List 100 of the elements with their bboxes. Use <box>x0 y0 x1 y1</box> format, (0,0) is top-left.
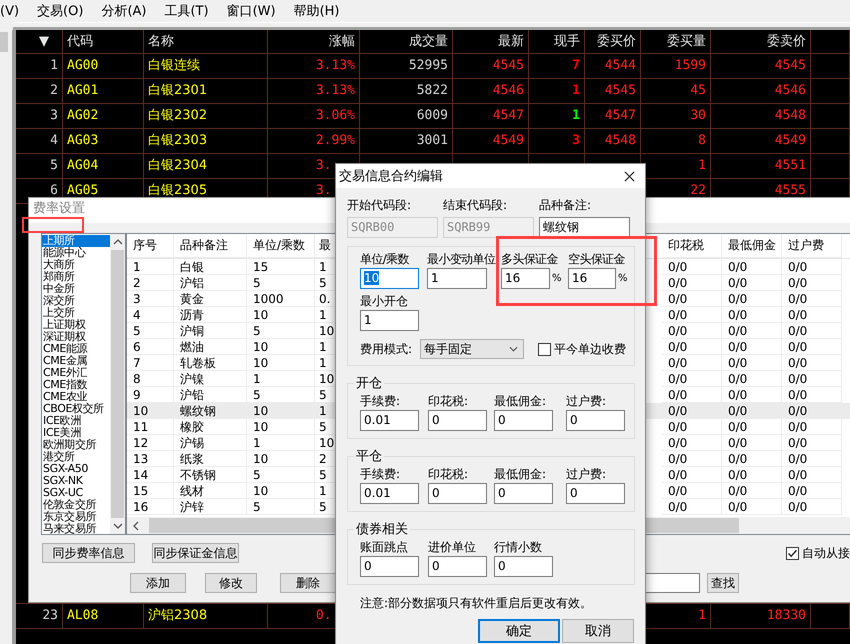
scroll-up-icon[interactable] <box>112 238 123 246</box>
dialog-button[interactable]: 确定 <box>478 619 560 643</box>
table-cell: 白银 <box>174 259 247 275</box>
input-field[interactable]: 0 <box>494 556 553 577</box>
table-cell: 不锈钢 <box>174 467 247 483</box>
input-field[interactable]: 0.01 <box>360 410 419 431</box>
menu-item[interactable]: 分析(A) <box>99 2 148 20</box>
column-header[interactable]: 委买量 <box>641 30 711 53</box>
list-item[interactable]: 深证期权 <box>42 331 110 343</box>
list-item[interactable]: CME指数 <box>42 379 110 391</box>
input-field[interactable]: 1 <box>360 310 419 331</box>
list-item[interactable]: ICE美洲 <box>42 427 110 439</box>
list-item[interactable]: 上证期权 <box>42 319 110 331</box>
table-cell: 沪铜 <box>174 323 247 339</box>
input-field[interactable]: 0.01 <box>360 483 419 504</box>
menu-item[interactable]: 交易(O) <box>35 2 86 20</box>
column-header[interactable]: 委买价 <box>585 30 641 53</box>
list-item[interactable]: SGX-A50 <box>42 463 110 475</box>
dropdown[interactable]: 每手固定 <box>420 339 524 359</box>
table-cell: 3 <box>16 104 63 128</box>
table-cell: 0/0 <box>782 435 842 451</box>
list-item[interactable]: 上期所 <box>42 235 110 247</box>
list-item[interactable]: CBOE权交所 <box>42 403 110 415</box>
list-item[interactable]: SGX-NK <box>42 475 110 487</box>
table-cell: 5 <box>247 275 315 291</box>
table-cell: 4545 <box>585 79 641 103</box>
list-item[interactable]: 深交所 <box>42 295 110 307</box>
list-item[interactable]: 东京交易所 <box>42 511 110 523</box>
list-item[interactable]: CME农业 <box>42 391 110 403</box>
menu-item[interactable]: 工具(T) <box>162 2 211 20</box>
input-field[interactable]: 10 <box>360 268 419 289</box>
input-field[interactable]: 螺纹钢 <box>539 217 630 238</box>
table-cell: 4546 <box>711 79 811 103</box>
list-item[interactable]: 大商所 <box>42 259 110 271</box>
list-item[interactable]: 能源中心 <box>42 247 110 259</box>
note-text: 注意:部分数据项只有软件重启后更改有效。 <box>359 595 594 612</box>
table-cell: 0/0 <box>722 451 782 467</box>
column-header[interactable]: 过户费 <box>782 234 842 258</box>
input-field[interactable]: 0 <box>428 483 487 504</box>
list-item[interactable]: 中金所 <box>42 283 110 295</box>
table-cell: 10 <box>247 419 315 435</box>
column-header[interactable]: 印花税 <box>662 234 722 258</box>
input-field[interactable]: 0 <box>494 410 553 431</box>
input-field[interactable]: 1 <box>427 268 487 289</box>
menu-item[interactable]: 窗口(W) <box>224 2 278 20</box>
action-button[interactable]: 添加 <box>130 573 186 593</box>
input-field[interactable]: 0 <box>566 483 625 504</box>
table-cell: 1 <box>127 259 174 275</box>
column-header[interactable]: 成交量 <box>360 30 453 53</box>
list-item[interactable]: SGX-UC <box>42 487 110 499</box>
dialog-button[interactable]: 取消 <box>562 619 634 643</box>
checkbox[interactable] <box>538 342 551 356</box>
scroll-left-icon[interactable] <box>132 520 140 530</box>
list-item[interactable]: 郑商所 <box>42 271 110 283</box>
menu-item[interactable]: (V) <box>0 4 22 18</box>
column-header[interactable]: ▼ <box>16 30 63 53</box>
field-label: 印花税: <box>428 466 470 483</box>
list-item[interactable]: 港交所 <box>42 451 110 463</box>
list-item[interactable]: 马来交易所 <box>42 523 110 535</box>
menu-item[interactable]: 帮助(H) <box>292 2 342 20</box>
field-label: 最低佣金: <box>494 466 548 483</box>
column-header[interactable]: 现手 <box>529 30 585 53</box>
sync-button[interactable]: 同步费率信息 <box>42 543 135 563</box>
column-header[interactable]: 代码 <box>63 30 144 53</box>
list-item[interactable]: CME外汇 <box>42 367 110 379</box>
column-header[interactable]: 委卖价 <box>711 30 811 53</box>
search-button[interactable]: 查找 <box>707 573 739 593</box>
scroll-down-icon[interactable] <box>112 522 123 530</box>
column-header[interactable]: 最低佣金 <box>722 234 782 258</box>
column-header[interactable]: 单位/乘数 <box>247 234 315 258</box>
scrollbar[interactable] <box>110 234 125 534</box>
list-item[interactable]: 欧洲期交所 <box>42 439 110 451</box>
column-header[interactable]: 品种备注 <box>174 234 247 258</box>
sync-button[interactable]: 同步保证金信息 <box>152 543 239 563</box>
column-header[interactable]: 名称 <box>144 30 268 53</box>
input-field[interactable]: 16 <box>568 268 616 289</box>
checkbox[interactable] <box>786 546 799 560</box>
table-cell: 15 <box>127 483 174 499</box>
action-button[interactable]: 修改 <box>205 573 257 593</box>
input-field[interactable]: 0 <box>360 556 419 577</box>
column-header[interactable]: 最新 <box>453 30 529 53</box>
column-header[interactable]: 涨幅 <box>268 30 360 53</box>
column-header[interactable]: 序号 <box>127 234 174 258</box>
field-label: 账面跳点 <box>360 539 409 556</box>
list-item[interactable]: CME金属 <box>42 355 110 367</box>
list-item[interactable]: 上交所 <box>42 307 110 319</box>
close-icon[interactable] <box>624 170 635 182</box>
list-item[interactable]: 伦敦金交所 <box>42 499 110 511</box>
input-field[interactable]: 0 <box>494 483 553 504</box>
input-field[interactable]: 0 <box>428 410 487 431</box>
table-cell: 0/0 <box>722 307 782 323</box>
list-item[interactable]: ICE欧洲 <box>42 415 110 427</box>
table-cell: 0/0 <box>722 323 782 339</box>
list-item[interactable]: CME能源 <box>42 343 110 355</box>
input-field[interactable]: 16 <box>501 268 550 289</box>
table-cell: 5 <box>127 323 174 339</box>
action-button[interactable]: 删除 <box>280 573 336 593</box>
table-cell: 轧卷板 <box>174 355 247 371</box>
input-field[interactable]: 0 <box>428 556 487 577</box>
input-field[interactable]: 0 <box>566 410 625 431</box>
